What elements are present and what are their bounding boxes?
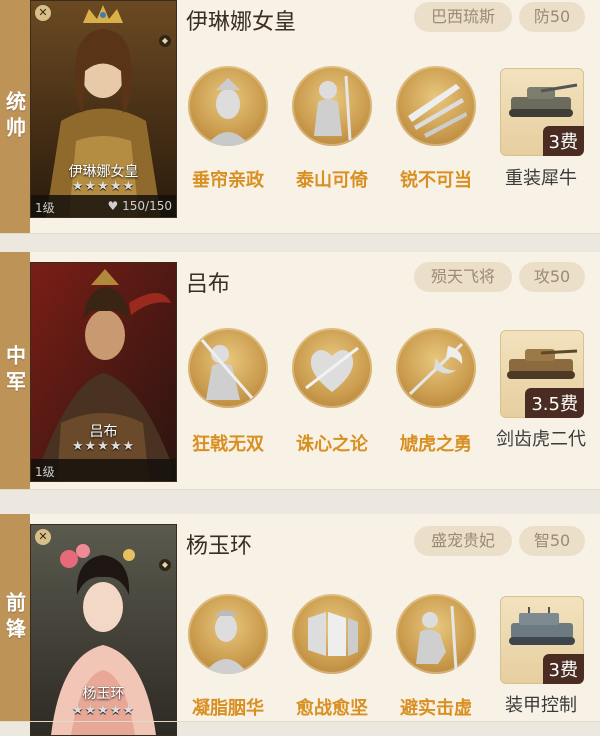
cost-badge: 3费 [542,654,584,684]
tank-tile[interactable]: 3费 [500,68,584,156]
position-tab: 前锋 [0,514,30,722]
hero-card[interactable]: 吕布 ★★★★★ 1级 [30,262,177,482]
position-tab: 统帅 [0,0,30,234]
card-hero-name: 杨玉环 [82,686,125,702]
skill-label: 愈战愈坚 [296,698,368,719]
tank-icon [509,83,578,117]
level-text: 1级 [35,465,55,479]
skill-label: 虓虎之勇 [400,434,472,455]
stat-tag: 智50 [519,526,585,556]
star-rating: ★★★★★ [71,703,136,718]
skill-icon-blades[interactable] [396,66,476,146]
hero-name: 杨玉环 [186,534,253,559]
skill-label: 诛心之论 [296,434,368,455]
hero-name: 伊琳娜女皇 [186,10,297,35]
card-hero-name: 伊琳娜女皇 [68,164,139,180]
heart-icon: ♥ [107,199,119,213]
skill-icon-shields[interactable] [292,594,372,674]
hero-card[interactable]: ✕ ◆ 伊琳娜女皇 ★★★★★ 1级 ♥ 150/150 [30,0,177,218]
lineup-row-center: 中军 吕布 ★★★★★ 1级 吕布 殒天飞将 攻50 狂戟无双 诛心之论 虓虎之… [0,252,600,490]
title-tag: 巴西琉斯 [414,2,512,32]
hero-name: 吕布 [186,272,231,297]
tank-label: 重装犀牛 [505,168,577,189]
title-tag: 盛宠贵妃 [414,526,512,556]
stat-tag: 防50 [519,2,585,32]
position-label: 中军 [2,345,27,397]
tank-label: 剑齿虎二代 [496,429,586,450]
star-rating: ★★★★★ [71,439,136,454]
shield-icon: ◆ [159,35,171,47]
skill-icon-halberd-rider[interactable] [188,328,268,408]
skill-icon-pierced-heart[interactable] [292,328,372,408]
close-icon[interactable]: ✕ [35,529,51,545]
position-label: 统帅 [2,91,27,143]
position-tab: 中军 [0,252,30,490]
skill-label: 凝脂胭华 [192,698,264,719]
hp-value: 150/150 [122,199,172,213]
skill-icon-portrait[interactable] [188,66,268,146]
skill-icon-crouching-soldier[interactable] [396,594,476,674]
stat-tag: 攻50 [519,262,585,292]
tank-icon [509,607,575,645]
cost-badge: 3费 [542,126,584,156]
lineup-row-vanguard: 前锋 ✕ ◆ 杨玉环 ★★★★★ 杨玉环 盛宠贵妃 智50 凝脂胭华 愈战愈坚 … [0,514,600,736]
card-footer: 1级 [31,459,176,481]
skill-label: 狂戟无双 [192,434,264,455]
card-hero-name: 吕布 [89,424,118,440]
position-label: 前锋 [2,592,27,644]
tank-tile[interactable]: 3费 [500,596,584,684]
skill-icon-maiden[interactable] [188,594,268,674]
tank-icon [507,349,578,379]
skill-label: 避实击虚 [400,698,472,719]
skill-icon-warrior[interactable] [292,66,372,146]
skill-label: 泰山可倚 [296,170,368,191]
hero-card[interactable]: ✕ ◆ 杨玉环 ★★★★★ [30,524,177,736]
cost-badge: 3.5费 [525,388,584,418]
hp-display: ♥ 150/150 [108,199,172,213]
skill-label: 锐不可当 [400,170,472,191]
tank-label: 装甲控制 [505,695,577,716]
star-rating: ★★★★★ [71,179,136,194]
card-footer: 1级 ♥ 150/150 [31,195,176,217]
lineup-row-commander: 统帅 ✕ ◆ 伊琳娜女皇 ★★★★★ 1级 ♥ 150/150 伊琳娜女皇 巴西… [0,0,600,234]
shield-icon: ◆ [159,559,171,571]
skill-label: 垂帘亲政 [192,170,264,191]
level-text: 1级 [35,201,55,215]
skill-icon-halberd[interactable] [396,328,476,408]
close-icon[interactable]: ✕ [35,5,51,21]
tank-tile[interactable]: 3.5费 [500,330,584,418]
title-tag: 殒天飞将 [414,262,512,292]
